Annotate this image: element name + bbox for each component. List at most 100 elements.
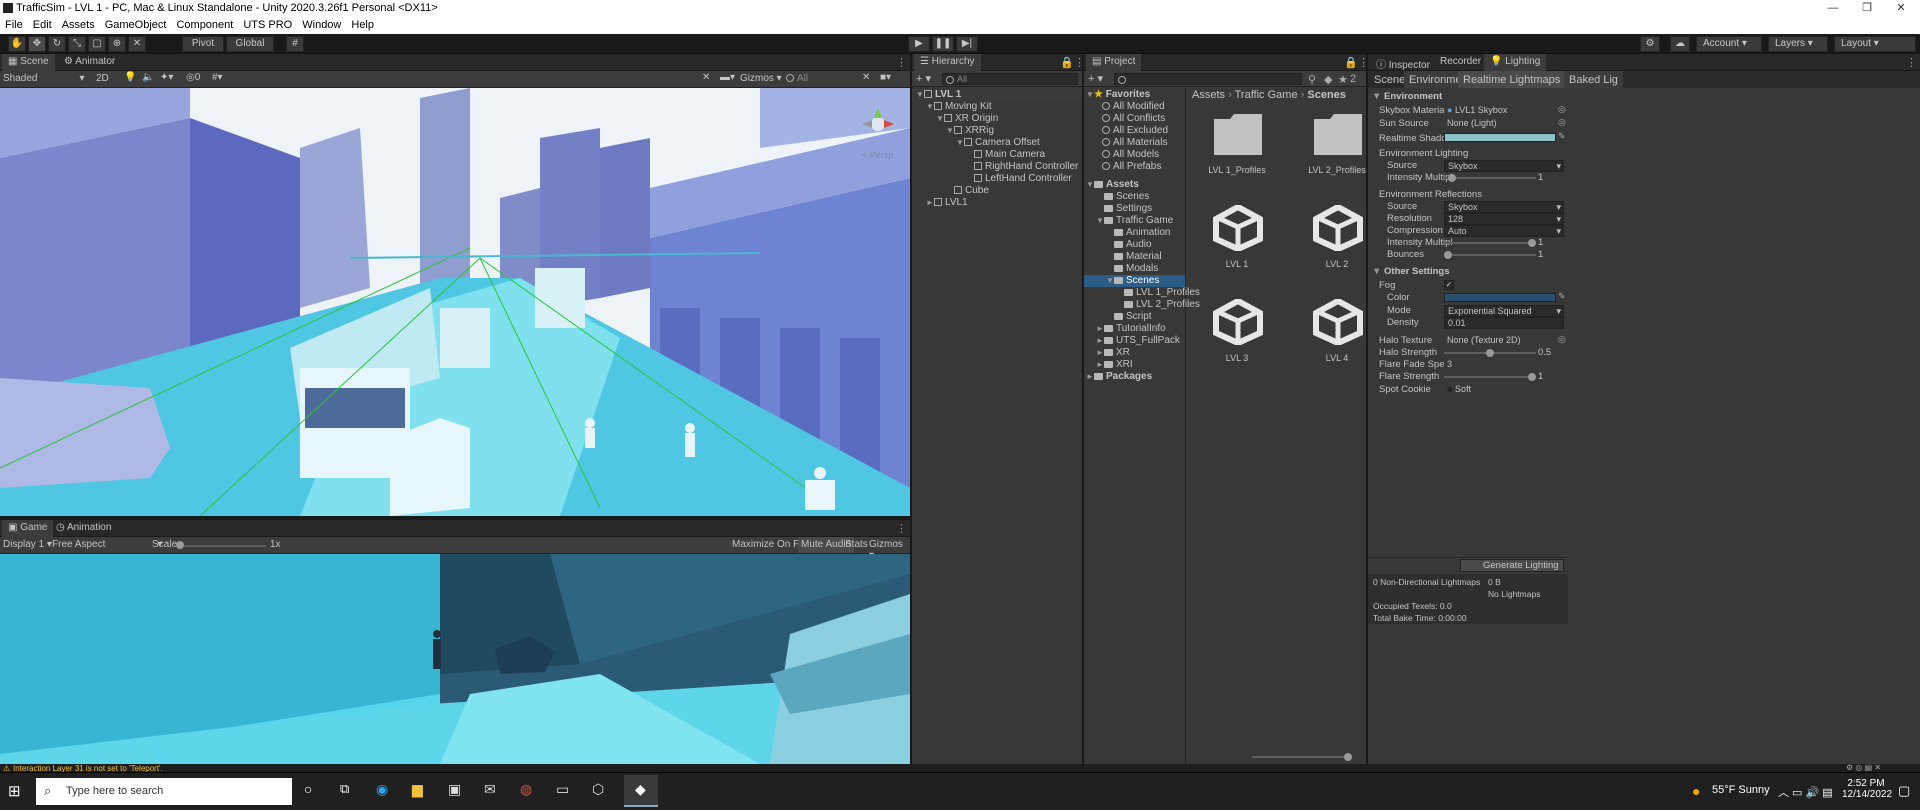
gizmos-dropdown[interactable]: Gizmos ▾	[740, 73, 782, 84]
resolution-dropdown[interactable]: 128 ▾	[1444, 213, 1564, 225]
hierarchy-lock-icon[interactable]: 🔒	[1060, 56, 1074, 69]
chrome-icon[interactable]: ◍	[520, 781, 532, 798]
cortana-icon[interactable]: ○	[304, 781, 312, 797]
hierarchy-item[interactable]: ▼ XR Origin	[912, 113, 1082, 125]
intensity-slider[interactable]	[1444, 172, 1536, 184]
project-folder-item[interactable]: Animation	[1084, 227, 1185, 239]
expand-arrow-icon[interactable]: ►	[1086, 371, 1094, 383]
filter-label-icon[interactable]: ◆	[1324, 73, 1332, 86]
scene-menu-icon[interactable]: ⋮	[896, 56, 907, 69]
skybox-picker-icon[interactable]: ◎	[1558, 104, 1566, 115]
breadcrumb-scenes[interactable]: Scenes	[1307, 89, 1346, 101]
expand-arrow-icon[interactable]: ▼	[916, 89, 924, 101]
expand-arrow-icon[interactable]: ▼	[926, 101, 934, 113]
taskbar-search-input[interactable]: ⌕ Type here to search	[36, 778, 292, 805]
tab-game[interactable]: ▣ Game	[2, 520, 54, 537]
hierarchy-search-input[interactable]: All	[942, 73, 1078, 85]
breadcrumb-assets[interactable]: Assets	[1192, 89, 1225, 101]
source-dropdown[interactable]: Skybox ▾	[1444, 160, 1564, 172]
sun-source-field[interactable]: None (Light)	[1444, 118, 1564, 130]
shading-dropdown[interactable]: Shaded ▾	[3, 73, 85, 84]
grid-snap-icon[interactable]: #	[286, 36, 304, 52]
tab-inspector[interactable]: ⓘ Inspector	[1370, 54, 1436, 71]
store-icon[interactable]: ▣	[448, 781, 461, 798]
hierarchy-item[interactable]: ▼ Camera Offset	[912, 137, 1082, 149]
persp-label[interactable]: < Persp	[862, 150, 893, 160]
rect-tool-icon[interactable]: ▢	[88, 36, 106, 52]
hand-tool-icon[interactable]: ✋	[8, 36, 26, 52]
favorite-item[interactable]: All Excluded	[1084, 125, 1185, 137]
project-folder-item[interactable]: ► Packages	[1084, 371, 1185, 383]
bounces-value[interactable]: 1	[1538, 249, 1543, 261]
file-explorer-icon[interactable]: ▆	[412, 781, 423, 798]
bounces-slider[interactable]	[1444, 249, 1536, 261]
asset-item[interactable]: LVL 2	[1302, 199, 1372, 285]
project-folder-item[interactable]: ► XRI	[1084, 359, 1185, 371]
scale-tool-icon[interactable]: ⤡	[68, 36, 86, 52]
flare-strength-value[interactable]: 1	[1538, 371, 1543, 383]
asset-item[interactable]: LVL 1	[1202, 199, 1272, 285]
status-tray-icons[interactable]: ⚙ ◎ ▤ ✕	[1846, 763, 1881, 772]
tab-animation[interactable]: ◷ Animation	[50, 520, 117, 537]
generate-lighting-button[interactable]: Generate Lighting ▾	[1460, 559, 1564, 582]
other-settings-header[interactable]: ▼ Other Settings	[1372, 266, 1450, 278]
fog-color-swatch[interactable]	[1444, 293, 1556, 302]
maximize-button[interactable]: ❐	[1850, 0, 1884, 17]
expand-arrow-icon[interactable]: ▼	[936, 113, 944, 125]
menu-window[interactable]: Window	[297, 17, 346, 31]
account-dropdown[interactable]: Account ▾	[1696, 36, 1762, 52]
inspector-menu-icon[interactable]: ⋮	[1906, 56, 1917, 69]
effects-toggle-icon[interactable]: ✦▾	[160, 72, 173, 83]
expand-arrow-icon[interactable]: ▼	[956, 137, 964, 149]
halo-texture-field[interactable]: None (Texture 2D)	[1444, 335, 1564, 347]
tab-lighting[interactable]: 💡 Lighting	[1484, 54, 1547, 71]
subtab-baked-lightmaps[interactable]: Baked Lig	[1564, 71, 1623, 88]
expand-arrow-icon[interactable]: ►	[926, 197, 934, 209]
realtime-shadow-color[interactable]	[1444, 133, 1556, 142]
refl-source-dropdown[interactable]: Skybox ▾	[1444, 201, 1564, 213]
project-search-input[interactable]	[1114, 73, 1302, 85]
hierarchy-item[interactable]: Cube	[912, 185, 1082, 197]
project-folder-item[interactable]: Scenes	[1084, 191, 1185, 203]
clock[interactable]: 2:52 PM 12/14/2022	[1842, 778, 1892, 800]
expand-arrow-icon[interactable]: ▼	[1106, 275, 1114, 287]
asset-item[interactable]: LVL 4	[1302, 293, 1372, 379]
tab-scene[interactable]: ▦ Scene	[2, 54, 55, 71]
favorite-item[interactable]: All Materials	[1084, 137, 1185, 149]
pause-button[interactable]: ❚❚	[932, 36, 954, 52]
expand-arrow-icon[interactable]: ►	[1096, 359, 1104, 371]
asset-item[interactable]: LVL 2_Profiles	[1302, 105, 1372, 191]
hierarchy-add-button[interactable]: + ▾	[916, 72, 931, 85]
tab-hierarchy[interactable]: ☰ Hierarchy	[914, 54, 981, 71]
favorite-item[interactable]: All Conflicts	[1084, 113, 1185, 125]
project-folder-item[interactable]: ► TutorialInfo	[1084, 323, 1185, 335]
eyedropper-icon[interactable]: ✎	[1558, 131, 1566, 142]
menu-assets[interactable]: Assets	[57, 17, 100, 31]
game-viewport[interactable]	[0, 554, 910, 764]
layers-dropdown[interactable]: Layers ▾	[1768, 36, 1828, 52]
hidden-objects-icon[interactable]: ◎0	[186, 72, 200, 83]
scene-viewport[interactable]: < Persp	[0, 88, 910, 516]
hierarchy-item[interactable]: RightHand Controller	[912, 161, 1082, 173]
aspect-dropdown[interactable]: Free Aspect ▾	[52, 539, 162, 550]
menu-component[interactable]: Component	[171, 17, 238, 31]
project-folder-item[interactable]: ▼ Traffic Game	[1084, 215, 1185, 227]
expand-arrow-icon[interactable]: ▼	[1086, 179, 1094, 191]
halo-strength-slider[interactable]	[1444, 347, 1536, 359]
project-folder-item[interactable]: Settings	[1084, 203, 1185, 215]
project-folder-item[interactable]: LVL 1_Profiles	[1084, 287, 1200, 299]
scene-camera-icon[interactable]: ▬▾	[720, 72, 735, 83]
game-menu-icon[interactable]: ⋮	[896, 522, 907, 535]
favorites-header[interactable]: ▼★ Favorites	[1084, 89, 1185, 101]
stats-toggle[interactable]: Stats	[845, 539, 868, 550]
halo-strength-value[interactable]: 0.5	[1538, 347, 1551, 359]
flare-strength-slider[interactable]	[1444, 371, 1536, 383]
scene-search-input[interactable]: All	[786, 73, 808, 84]
project-folder-item[interactable]: Script	[1084, 311, 1185, 323]
tab-animator[interactable]: ⚙ Animator	[58, 54, 121, 71]
tray-icons[interactable]: ︿ ▭ 🔊 ▤	[1778, 784, 1833, 800]
expand-arrow-icon[interactable]: ►	[1096, 347, 1104, 359]
scale-slider[interactable]	[176, 537, 266, 554]
hierarchy-item[interactable]: ► LVL1	[912, 197, 1082, 209]
transform-tool-icon[interactable]: ⊕	[108, 36, 126, 52]
